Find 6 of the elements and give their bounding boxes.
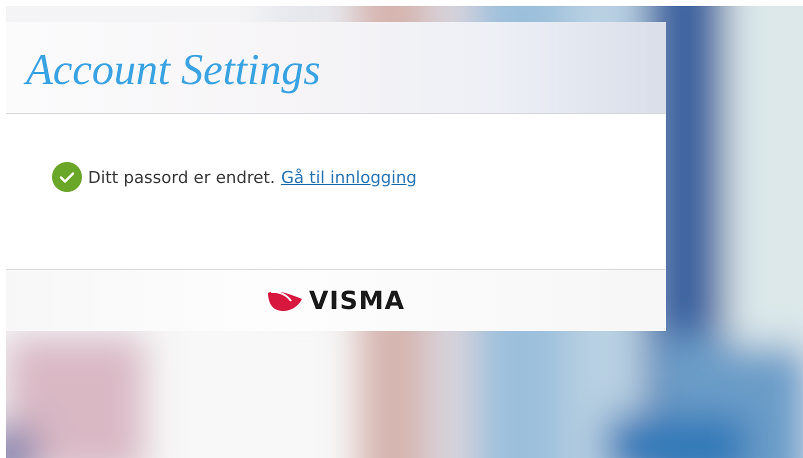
logo-text: VISMA xyxy=(309,288,405,313)
page-title: Account Settings xyxy=(26,44,320,97)
login-link[interactable]: Gå til innlogging xyxy=(281,168,417,186)
checkmark-icon xyxy=(52,162,82,192)
swoosh-icon xyxy=(267,288,304,312)
success-message: Ditt passord er endret. xyxy=(88,168,276,186)
